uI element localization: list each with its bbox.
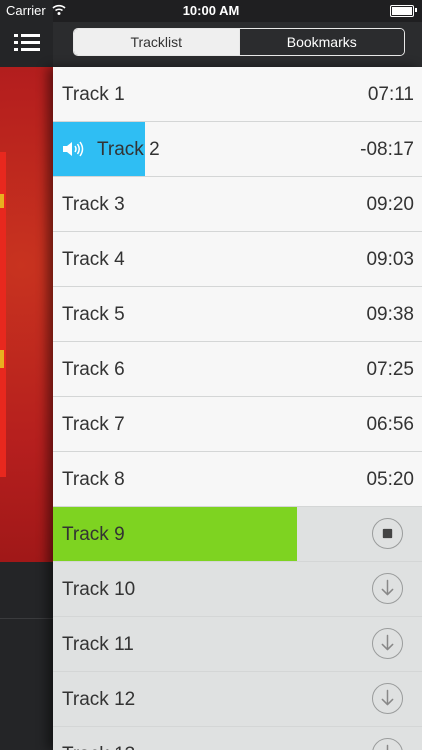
track-duration: 05:20 [366, 469, 414, 490]
track-duration: 07:25 [366, 359, 414, 380]
cover-art-mark [0, 194, 4, 208]
track-title: Track 11 [62, 634, 134, 655]
track-title: Track 3 [62, 194, 125, 215]
menu-icon[interactable] [14, 33, 40, 53]
track-duration: 06:56 [366, 414, 414, 435]
status-bar: Carrier 10:00 AM [0, 0, 422, 22]
download-icon[interactable] [372, 683, 403, 714]
download-icon[interactable] [372, 628, 403, 659]
side-panel [0, 0, 53, 750]
track-title: Track 7 [62, 414, 125, 435]
track-row[interactable]: Track 1 07:11 [53, 67, 422, 122]
track-row[interactable]: Track 4 09:03 [53, 232, 422, 287]
track-row[interactable]: Track 11 [53, 617, 422, 672]
track-title: Track 10 [62, 579, 136, 600]
track-row[interactable]: Track 12 [53, 672, 422, 727]
track-title: Track 1 [62, 84, 125, 105]
download-icon[interactable] [372, 738, 403, 750]
track-title: Track 5 [62, 304, 125, 325]
track-row[interactable]: Track 13 [53, 727, 422, 750]
track-row[interactable]: Track 5 09:38 [53, 287, 422, 342]
tab-tracklist[interactable]: Tracklist [74, 29, 239, 55]
stop-download-icon[interactable] [372, 518, 403, 549]
speaker-icon [63, 141, 84, 157]
track-row[interactable]: Track 9 [53, 507, 422, 562]
track-title: Track 9 [62, 524, 125, 545]
track-row[interactable]: Track 10 [53, 562, 422, 617]
track-duration: -08:17 [360, 139, 414, 160]
track-row[interactable]: Track 8 05:20 [53, 452, 422, 507]
track-duration: 09:38 [366, 304, 414, 325]
track-duration: 09:20 [366, 194, 414, 215]
track-duration: 09:03 [366, 249, 414, 270]
track-row[interactable]: Track 6 07:25 [53, 342, 422, 397]
download-icon[interactable] [372, 573, 403, 604]
track-duration: 07:11 [367, 84, 414, 105]
header-bar: Tracklist Bookmarks [53, 22, 422, 67]
segmented-control: Tracklist Bookmarks [73, 28, 405, 56]
track-list: Track 1 07:11 Track 2 -08:17 Track 3 09:20 Tra… [53, 67, 422, 750]
cover-art-mark [0, 350, 4, 368]
side-panel-divider [0, 618, 53, 619]
track-title: Track 2 [97, 139, 160, 160]
status-time: 10:00 AM [182, 3, 240, 18]
track-row[interactable]: Track 7 06:56 [53, 397, 422, 452]
battery-icon [390, 5, 414, 17]
track-title: Track 4 [62, 249, 125, 270]
track-title: Track 13 [62, 727, 135, 750]
track-row[interactable]: Track 2 -08:17 [53, 122, 422, 177]
track-title: Track 6 [62, 359, 125, 380]
track-title: Track 12 [62, 689, 136, 710]
tab-bookmarks[interactable]: Bookmarks [238, 29, 404, 55]
track-row[interactable]: Track 3 09:20 [53, 177, 422, 232]
track-title: Track 8 [62, 469, 125, 490]
battery-tip [415, 8, 417, 12]
album-cover-art[interactable] [0, 67, 53, 562]
